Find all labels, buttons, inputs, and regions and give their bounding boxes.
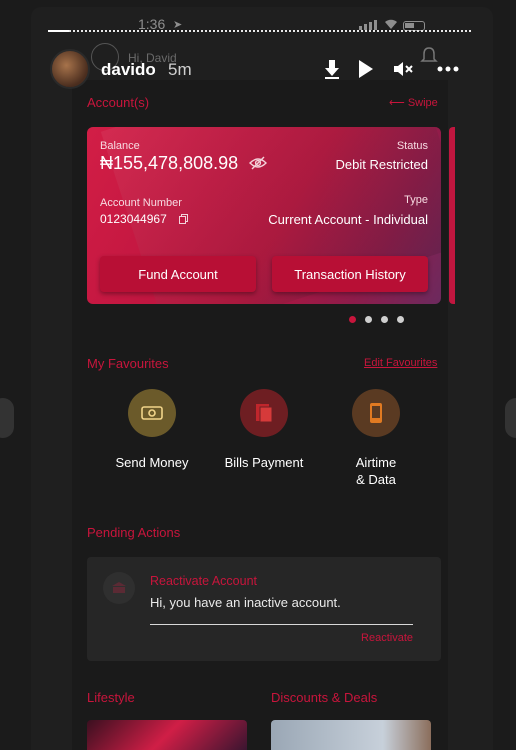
signal-icon xyxy=(359,20,377,30)
fav-label-line1: Airtime xyxy=(355,455,397,470)
previous-story-arrow-icon[interactable] xyxy=(0,398,14,438)
balance-label: Balance xyxy=(100,140,140,152)
pagination-dot[interactable] xyxy=(349,316,356,323)
type-label: Type xyxy=(404,194,428,206)
status-label: Status xyxy=(396,140,428,152)
fav-send-money[interactable]: Send Money xyxy=(97,389,207,471)
transaction-history-button[interactable]: Transaction History xyxy=(272,256,428,292)
next-story-arrow-icon[interactable] xyxy=(505,398,516,438)
fav-bills-payment[interactable]: Bills Payment xyxy=(209,389,319,471)
divider xyxy=(150,624,413,625)
hide-balance-icon[interactable] xyxy=(249,156,267,170)
bank-icon xyxy=(103,572,135,604)
story-progress-bar xyxy=(48,30,471,32)
account-number-label: Account Number xyxy=(100,197,182,209)
favourites-title: My Favourites xyxy=(87,356,169,371)
pending-title: Pending Actions xyxy=(87,525,181,540)
phone-icon xyxy=(352,389,400,437)
balance-value: ₦155,478,808.98 xyxy=(100,153,239,173)
pending-action-card[interactable]: Reactivate Account Hi, you have an inact… xyxy=(87,557,441,661)
lifestyle-title: Lifestyle xyxy=(87,690,135,705)
download-icon[interactable] xyxy=(320,57,344,81)
avatar[interactable] xyxy=(50,49,90,89)
pending-item-title: Reactivate Account xyxy=(150,574,258,588)
account-card[interactable]: Balance ₦155,478,808.98 Status Debit Res… xyxy=(87,127,441,304)
pagination-dot[interactable] xyxy=(397,316,404,323)
account-number-value: 0123044967 xyxy=(100,212,167,226)
deals-thumbnail[interactable] xyxy=(271,720,431,750)
story-username[interactable]: davido xyxy=(101,60,156,80)
bill-icon xyxy=(240,389,288,437)
wifi-icon xyxy=(385,19,397,29)
money-icon xyxy=(128,389,176,437)
story-progress-fill xyxy=(48,30,70,32)
lifestyle-thumbnail[interactable] xyxy=(87,720,247,750)
deals-title: Discounts & Deals xyxy=(271,690,378,705)
pagination-dot[interactable] xyxy=(381,316,388,323)
card-pagination xyxy=(349,316,404,323)
accounts-title: Account(s) xyxy=(87,95,150,110)
mute-icon[interactable] xyxy=(391,57,415,81)
fav-label: Bills Payment xyxy=(224,455,304,470)
edit-favourites-link[interactable]: Edit Favourites xyxy=(364,357,437,369)
story-time-ago: 5m xyxy=(168,60,192,79)
play-icon[interactable] xyxy=(353,57,377,81)
more-icon[interactable] xyxy=(436,57,460,81)
fav-label-line2: & Data xyxy=(356,472,396,487)
next-account-card[interactable] xyxy=(449,127,455,304)
copy-icon[interactable] xyxy=(179,214,188,224)
pending-item-message: Hi, you have an inactive account. xyxy=(150,595,341,610)
pagination-dot[interactable] xyxy=(365,316,372,323)
fav-label: Send Money xyxy=(115,455,189,470)
status-value: Debit Restricted xyxy=(335,157,428,172)
fav-airtime-data[interactable]: Airtime & Data xyxy=(321,389,431,488)
type-value: Current Account - Individual xyxy=(268,212,428,227)
swipe-hint: ⟵ Swipe xyxy=(389,97,438,109)
status-bar: 1:36 ➤ xyxy=(31,14,493,36)
reactivate-link[interactable]: Reactivate xyxy=(361,632,413,644)
story-header: Hi, David davido 5m xyxy=(48,43,468,89)
fund-account-button[interactable]: Fund Account xyxy=(100,256,256,292)
